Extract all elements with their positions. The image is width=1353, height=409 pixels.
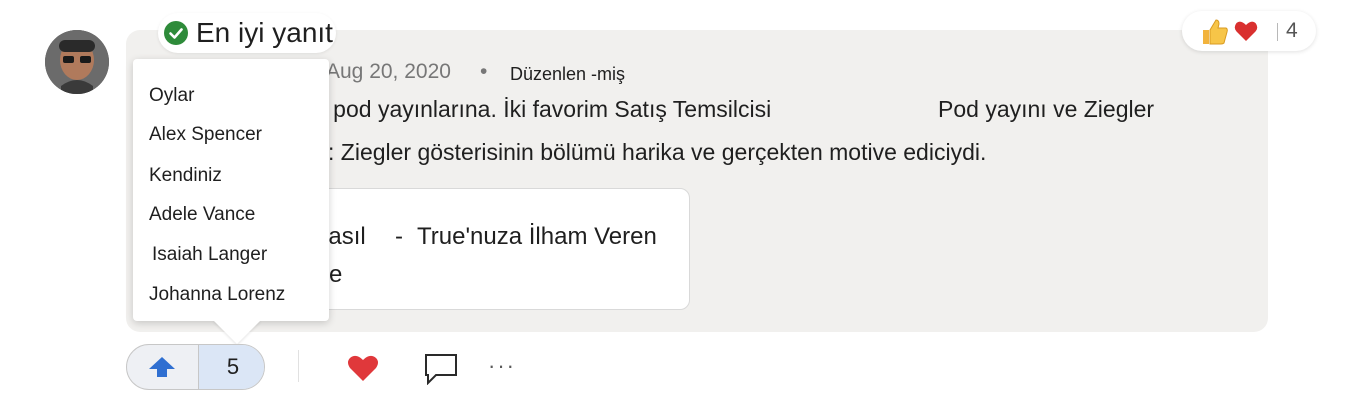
heart-icon: [348, 355, 378, 381]
reactions-count: 4: [1286, 19, 1298, 42]
voter-item[interactable]: Johanna Lorenz: [149, 284, 285, 306]
voters-popup-header: Oylar: [149, 85, 195, 106]
thumbs-up-icon: [1200, 17, 1230, 47]
comment-icon: [425, 354, 457, 386]
more-options-button[interactable]: ···: [488, 353, 516, 379]
like-heart-button[interactable]: [347, 354, 379, 382]
actions-divider: [298, 350, 299, 382]
voter-item[interactable]: Kendiniz: [149, 165, 222, 187]
check-circle-icon: [164, 21, 188, 45]
vote-control: 5: [126, 344, 265, 390]
link-preview-card[interactable]: nasıl - True'nuza İlham Veren e: [300, 188, 690, 310]
post-date: Aug 20, 2020: [326, 60, 451, 83]
voter-item[interactable]: Adele Vance: [149, 204, 255, 226]
link-preview-text-2: True'nuza İlham Veren: [417, 223, 657, 250]
post-body-line-1-end: Pod yayını ve Ziegler: [938, 96, 1155, 122]
edited-label: Düzenlen -miş: [510, 64, 626, 84]
reactions-divider: [1277, 23, 1278, 41]
author-avatar[interactable]: [45, 30, 109, 94]
link-preview-dash: -: [395, 223, 403, 250]
up-arrow-icon: [149, 357, 175, 377]
best-answer-badge: En iyi yanıt: [158, 13, 336, 53]
voters-popup: Oylar Alex Spencer Kendiniz Adele Vance …: [133, 59, 329, 344]
voter-item[interactable]: Isaiah Langer: [152, 244, 267, 266]
post-body-line-2: : Ziegler gösterisinin bölümü harika ve …: [328, 139, 987, 165]
reactions-summary[interactable]: 4: [1182, 11, 1316, 51]
meta-separator: •: [480, 60, 488, 83]
heart-reaction-icon: [1234, 20, 1258, 42]
link-preview-text-3: e: [329, 261, 343, 288]
upvote-button[interactable]: [127, 345, 197, 389]
post-body-line-1: g pod yayınlarına. İki favorim Satış Tem…: [314, 96, 772, 122]
best-answer-label: En iyi yanıt: [196, 17, 333, 48]
vote-count[interactable]: 5: [198, 345, 264, 389]
voter-item[interactable]: Alex Spencer: [149, 124, 262, 146]
comment-button[interactable]: [424, 353, 458, 386]
popup-pointer: [213, 320, 261, 344]
